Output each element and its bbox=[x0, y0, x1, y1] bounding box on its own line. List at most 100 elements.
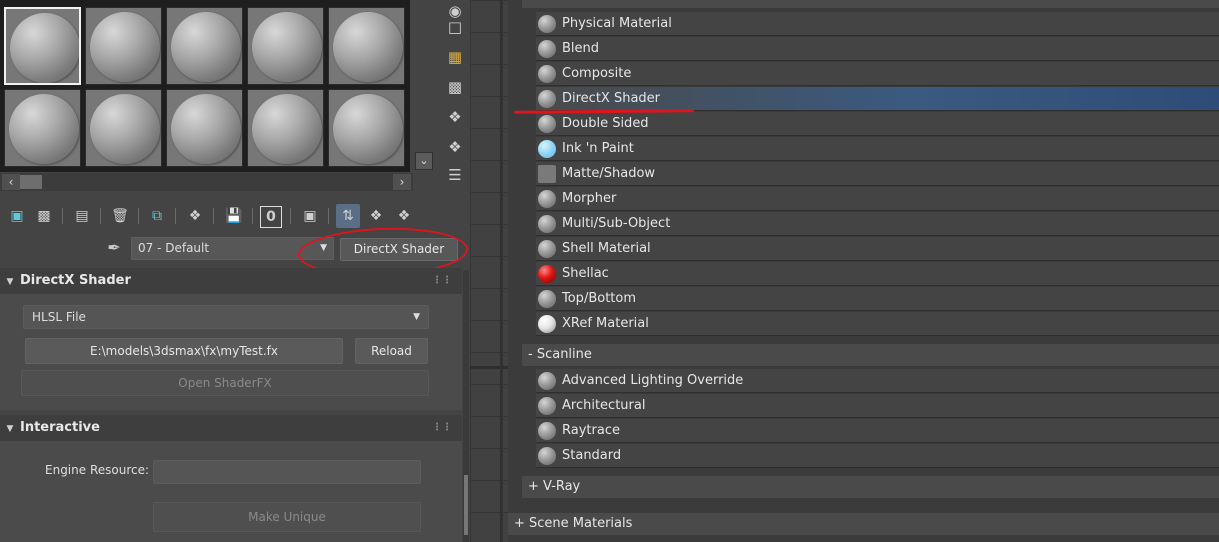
chevron-down-icon: ⌄ bbox=[419, 154, 429, 167]
sphere-preview bbox=[10, 13, 79, 83]
sample-slot[interactable] bbox=[166, 7, 243, 85]
collapse-triangle-icon: ▼ bbox=[6, 277, 14, 287]
sample-slot[interactable] bbox=[328, 7, 405, 85]
list-item[interactable]: Architectural bbox=[536, 394, 1219, 418]
list-item[interactable]: Matte/Shadow bbox=[536, 162, 1219, 186]
uv-tiling-icon[interactable]: ▩ bbox=[444, 76, 466, 98]
list-item[interactable]: Raytrace bbox=[536, 419, 1219, 443]
list-item[interactable]: XRef Material bbox=[536, 312, 1219, 336]
go-forward-sibling-icon[interactable]: ❖ bbox=[392, 204, 416, 228]
list-item[interactable]: Standard bbox=[536, 444, 1219, 468]
sample-slot[interactable] bbox=[85, 89, 162, 167]
make-preview-icon[interactable]: ❖ bbox=[444, 136, 466, 158]
editor-vertical-scrollbar[interactable] bbox=[463, 270, 469, 542]
list-item[interactable]: Blend bbox=[536, 37, 1219, 61]
options-list-icon[interactable]: ☰ bbox=[444, 164, 466, 186]
sphere-preview bbox=[9, 94, 79, 164]
fx-file-path-button[interactable]: E:\models\3dsmax\fx\myTest.fx bbox=[25, 338, 343, 364]
chevron-right-icon: › bbox=[399, 175, 405, 189]
list-item[interactable]: Physical Material bbox=[536, 12, 1219, 36]
toolbar-separator bbox=[100, 208, 101, 224]
viewport-grid[interactable] bbox=[470, 0, 509, 542]
save-icon[interactable]: 💾 bbox=[222, 204, 246, 228]
scroll-right-button[interactable]: › bbox=[393, 174, 411, 190]
background-pattern-icon[interactable]: ▦ bbox=[444, 46, 466, 68]
list-item[interactable]: Shell Material bbox=[536, 237, 1219, 261]
list-item[interactable]: Ink 'n Paint bbox=[536, 137, 1219, 161]
sample-slot[interactable] bbox=[166, 89, 243, 167]
sphere-icon bbox=[538, 447, 556, 465]
sample-slot[interactable] bbox=[85, 7, 162, 85]
go-to-parent-icon[interactable]: ❖ bbox=[364, 204, 388, 228]
engine-resource-field[interactable] bbox=[153, 460, 421, 484]
sphere-icon bbox=[538, 90, 556, 108]
list-item[interactable]: Shellac bbox=[536, 262, 1219, 286]
sample-slot[interactable] bbox=[328, 89, 405, 167]
put-to-scene-icon[interactable]: ▩ bbox=[32, 204, 56, 228]
list-item[interactable]: Composite bbox=[536, 62, 1219, 86]
list-item[interactable]: Multi/Sub-Object bbox=[536, 212, 1219, 236]
sphere-preview bbox=[333, 94, 403, 164]
material-name-text: 07 - Default bbox=[138, 241, 210, 255]
get-material-icon[interactable]: ▣ bbox=[5, 204, 29, 228]
dropdown-arrow-icon[interactable]: ▼ bbox=[320, 238, 327, 259]
side-toolbar: ◉ □ ▦ ▩ ❖ ❖ ☰ bbox=[440, 0, 470, 200]
show-shaded-icon[interactable]: ▣ bbox=[298, 204, 322, 228]
item-label: Shell Material bbox=[562, 241, 651, 256]
viewport-divider bbox=[470, 366, 508, 369]
make-unique-icon[interactable]: ❖ bbox=[183, 204, 207, 228]
sample-slot[interactable] bbox=[4, 89, 81, 167]
group-header-scene-materials[interactable]: + Scene Materials bbox=[508, 513, 1219, 535]
sample-slot[interactable] bbox=[247, 89, 324, 167]
sample-slot[interactable] bbox=[247, 7, 324, 85]
show-end-result-icon[interactable]: ⇅ bbox=[336, 204, 360, 228]
group-header-scanline[interactable]: - Scanline bbox=[522, 344, 1219, 366]
sphere-icon bbox=[538, 15, 556, 33]
list-item-selected[interactable]: DirectX Shader bbox=[536, 87, 1219, 111]
sample-slot[interactable] bbox=[4, 7, 81, 85]
item-label: DirectX Shader bbox=[562, 91, 661, 106]
grip-icon: ⋮⋮ bbox=[432, 275, 452, 286]
list-item[interactable]: Double Sided bbox=[536, 112, 1219, 136]
trash-icon[interactable]: 🗑 bbox=[108, 204, 132, 228]
slots-horizontal-scrollbar[interactable]: ‹ › bbox=[0, 173, 413, 191]
item-label: Raytrace bbox=[562, 423, 620, 438]
rollout-directx-shader-body: HLSL File ▼ E:\models\3dsmax\fx\myTest.f… bbox=[0, 294, 462, 410]
list-item[interactable]: Advanced Lighting Override bbox=[536, 369, 1219, 393]
rollout-interactive-header[interactable]: ▼ Interactive ⋮⋮ bbox=[0, 415, 462, 441]
make-unique-button[interactable]: Make Unique bbox=[153, 502, 421, 532]
sphere-icon bbox=[538, 40, 556, 58]
scrollbar-thumb[interactable] bbox=[20, 175, 42, 189]
hlsl-file-dropdown[interactable]: HLSL File ▼ bbox=[23, 305, 429, 329]
chevron-left-icon: ‹ bbox=[8, 175, 14, 189]
make-copy-icon[interactable]: ⧉ bbox=[145, 204, 169, 228]
sphere-preview bbox=[90, 12, 160, 82]
item-label: Matte/Shadow bbox=[562, 166, 656, 181]
scrollbar-thumb[interactable] bbox=[464, 475, 468, 535]
toolbar-separator bbox=[175, 208, 176, 224]
sphere-icon bbox=[538, 115, 556, 133]
sphere-preview bbox=[252, 94, 322, 164]
slots-scroll-down-button[interactable]: ⌄ bbox=[415, 152, 433, 170]
editor-toolbar: ▣ ▩ ▤ 🗑 ⧉ ❖ 💾 0 ▣ ⇅ ❖ ❖ bbox=[0, 202, 470, 230]
group-header-general[interactable]: General bbox=[522, 0, 1219, 8]
backlight-icon[interactable]: □ bbox=[444, 16, 466, 38]
assign-to-selection-icon[interactable]: ▤ bbox=[70, 204, 94, 228]
reload-button[interactable]: Reload bbox=[355, 338, 428, 364]
rollout-directx-shader-header[interactable]: ▼ DirectX Shader ⋮⋮ bbox=[0, 268, 462, 294]
video-color-check-icon[interactable]: ❖ bbox=[444, 106, 466, 128]
material-name-field[interactable]: 07 - Default ▼ bbox=[131, 237, 334, 260]
list-item[interactable]: Morpher bbox=[536, 187, 1219, 211]
material-id-channel-button[interactable]: 0 bbox=[260, 206, 282, 228]
toolbar-separator bbox=[252, 208, 253, 224]
group-header-vray[interactable]: + V-Ray bbox=[522, 476, 1219, 498]
material-type-button[interactable]: DirectX Shader bbox=[340, 238, 458, 261]
eyedropper-icon[interactable]: ✒ bbox=[104, 238, 124, 258]
list-item[interactable]: Top/Bottom bbox=[536, 287, 1219, 311]
open-shaderfx-button[interactable]: Open ShaderFX bbox=[21, 370, 429, 396]
scroll-left-button[interactable]: ‹ bbox=[2, 174, 20, 190]
square-icon bbox=[538, 165, 556, 183]
item-label: Physical Material bbox=[562, 16, 672, 31]
engine-resource-label: Engine Resource: bbox=[45, 463, 150, 477]
item-label: Morpher bbox=[562, 191, 617, 206]
